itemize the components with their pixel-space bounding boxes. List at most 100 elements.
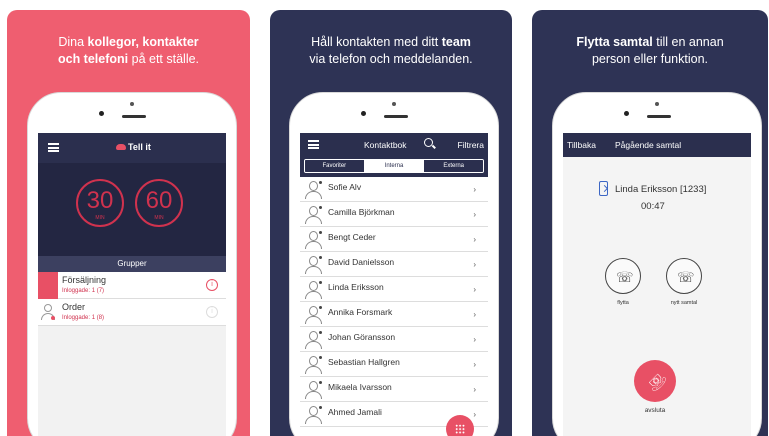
sensor-dot [130,102,134,106]
contact-row[interactable]: Linda Eriksson › [300,277,488,302]
contact-name: Sebastian Hallgren [328,357,400,367]
timer-area: 30 MIN 60 MIN [38,163,226,256]
app-header: Tell it [38,133,226,163]
filter-button[interactable]: Filtrera [458,140,484,150]
person-icon [305,356,322,375]
status-dot [51,316,55,320]
person-icon [305,331,322,350]
app-screen: Kontaktbok Filtrera Favoriter Interna Ex… [300,133,488,436]
dialpad-icon [455,424,465,434]
chevron-right-icon: › [473,210,476,219]
groups-heading: Grupper [38,256,226,272]
person-icon [305,256,322,275]
caption-text: via telefon och meddelanden. [309,52,473,66]
hangup-button[interactable]: ☏ [634,360,676,402]
camera-dot [99,111,104,116]
timer-30-button[interactable]: 30 MIN [76,179,124,227]
camera-dot [624,111,629,116]
contact-name: Mikaela Ivarsson [328,382,392,392]
timer-60-button[interactable]: 60 MIN [135,179,183,227]
timer-value: 30 [86,187,114,214]
promo-panel-contacts: Håll kontakten med ditt team via telefon… [270,10,512,436]
promo-panel-groups: Dina kollegor, kontakter och telefoni på… [7,10,250,436]
promo-caption: Håll kontakten med ditt team via telefon… [270,34,512,68]
app-logo: Tell it [116,142,151,152]
sensor-dot [655,102,659,106]
menu-icon[interactable] [308,140,319,149]
hangup-label: avsluta [644,407,666,414]
chevron-right-icon: › [473,185,476,194]
tab-favoriter[interactable]: Favoriter [305,160,365,172]
caption-text: Håll kontakten med ditt [311,35,442,49]
transfer-phone-icon [599,181,608,196]
person-icon [305,306,322,325]
new-call-label: nytt samtal [670,300,698,306]
group-active-marker [38,272,58,299]
phone-mockup: Tillbaka Pågående samtal Linda Eriksson … [552,92,762,436]
caption-bold: team [441,35,471,49]
speaker-grille [122,115,146,118]
chevron-right-icon: › [473,360,476,369]
caption-bold: kollegor, kontakter [87,35,199,49]
phone-transfer-icon: ☏ [616,269,634,285]
contact-name: Bengt Ceder [328,232,376,242]
timer-value: 60 [145,187,173,214]
contact-row[interactable]: Sofie Alv › [300,177,488,202]
info-icon[interactable]: i [206,279,218,291]
caption-text: till en annan [652,35,724,49]
contact-row[interactable]: Johan Göransson › [300,327,488,352]
contact-row[interactable]: Annika Forsmark › [300,302,488,327]
contact-name: Linda Eriksson [328,282,384,292]
menu-icon[interactable] [48,143,59,152]
timer-unit: MIN [154,215,164,221]
info-icon[interactable]: i [206,306,218,318]
contact-row[interactable]: Bengt Ceder › [300,227,488,252]
app-header: Tillbaka Pågående samtal [563,133,751,157]
tab-interna[interactable]: Interna [364,160,425,172]
search-icon[interactable] [424,138,433,147]
caption-text: Dina [58,35,88,49]
promo-caption: Dina kollegor, kontakter och telefoni på… [7,34,250,68]
person-icon [305,206,322,225]
tab-externa[interactable]: Externa [424,160,483,172]
person-icon [305,406,322,425]
contact-row[interactable]: Mikaela Ivarsson › [300,377,488,402]
group-row[interactable]: Försäljning Inloggade: 1 (7) i [38,272,226,299]
contact-row[interactable]: Camilla Björkman › [300,202,488,227]
group-name: Försäljning [62,275,107,285]
cloud-icon [116,144,126,150]
app-screen: Tillbaka Pågående samtal Linda Eriksson … [563,133,751,436]
caption-text: person eller funktion. [591,52,709,66]
contact-row[interactable]: David Danielsson › [300,252,488,277]
person-icon [305,181,322,200]
caller-name: Linda Eriksson [1233] [615,184,707,195]
dialpad-button[interactable] [446,415,474,436]
new-call-button[interactable]: ☏ [666,258,702,294]
phone-add-icon: ☏ [677,269,695,285]
back-button[interactable]: Tillbaka [567,140,596,150]
sensor-dot [392,102,396,106]
hangup-icon: ☏ [643,368,670,395]
contact-list: Sofie Alv › Camilla Björkman › Bengt Ceder › D… [300,177,488,427]
person-icon [305,381,322,400]
chevron-right-icon: › [473,335,476,344]
app-logo-text: Tell it [128,142,151,152]
call-duration: 00:47 [641,201,665,212]
group-name: Order [62,302,86,312]
promo-panel-transfer: Flytta samtal till en annan person eller… [532,10,768,436]
speaker-grille [647,115,671,118]
contact-name: Sofie Alv [328,182,362,192]
group-row[interactable]: Order Inloggade: 1 (8) i [38,299,226,326]
chevron-right-icon: › [473,235,476,244]
contact-name: Camilla Björkman [328,207,395,217]
header-title: Pågående samtal [615,140,682,150]
phone-mockup: Tell it 30 MIN 60 MIN Grupper Försäljnin… [27,92,237,436]
chevron-right-icon: › [473,385,476,394]
caption-text: på ett ställe. [128,52,200,66]
contact-name: Johan Göransson [328,332,396,342]
caption-bold: och telefoni [57,52,129,66]
contact-row[interactable]: Sebastian Hallgren › [300,352,488,377]
caption-bold: Flytta samtal [576,35,653,49]
transfer-label: flytta [617,300,629,306]
transfer-call-button[interactable]: ☏ [605,258,641,294]
